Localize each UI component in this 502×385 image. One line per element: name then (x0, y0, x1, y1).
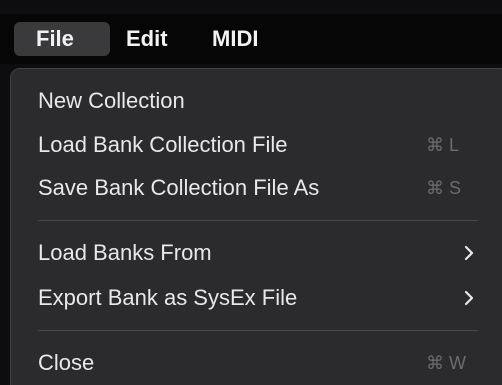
menu-item-load-bank-collection-file[interactable]: Load Bank Collection File ⌘ L (11, 128, 502, 162)
menu-separator (38, 330, 478, 331)
shortcut-label: ⌘ S (426, 178, 462, 198)
menu-item-new-collection[interactable]: New Collection (11, 84, 502, 118)
menu-item-label: Close (38, 350, 95, 375)
file-menu-dropdown: New Collection Load Bank Collection File… (10, 68, 502, 385)
screen: File Edit MIDI New Collection Load Bank … (0, 0, 502, 385)
shortcut-label: ⌘ L (426, 135, 460, 155)
menu-item-load-banks-from[interactable]: Load Banks From (11, 236, 502, 270)
menu-item-label: Load Banks From (38, 240, 212, 265)
menu-item-label: Export Bank as SysEx File (38, 285, 298, 310)
menu-item-label: Load Bank Collection File (38, 132, 288, 157)
menu-item-label: Save Bank Collection File As (38, 175, 320, 200)
shortcut-label: ⌘ W (426, 353, 466, 373)
menu-item-close[interactable]: Close ⌘ W (11, 346, 502, 380)
menu-item-label: New Collection (38, 88, 185, 113)
menu-bar: File Edit MIDI (0, 14, 502, 64)
menu-item-save-bank-collection-file-as[interactable]: Save Bank Collection File As ⌘ S (11, 171, 502, 205)
menu-midi[interactable]: MIDI (196, 22, 286, 56)
menu-edit[interactable]: Edit (110, 22, 194, 56)
chevron-right-icon (464, 290, 474, 306)
menu-file[interactable]: File (14, 22, 110, 56)
menu-item-export-bank-as-sysex-file[interactable]: Export Bank as SysEx File (11, 281, 502, 315)
menu-separator (38, 220, 478, 221)
chevron-right-icon (464, 245, 474, 261)
